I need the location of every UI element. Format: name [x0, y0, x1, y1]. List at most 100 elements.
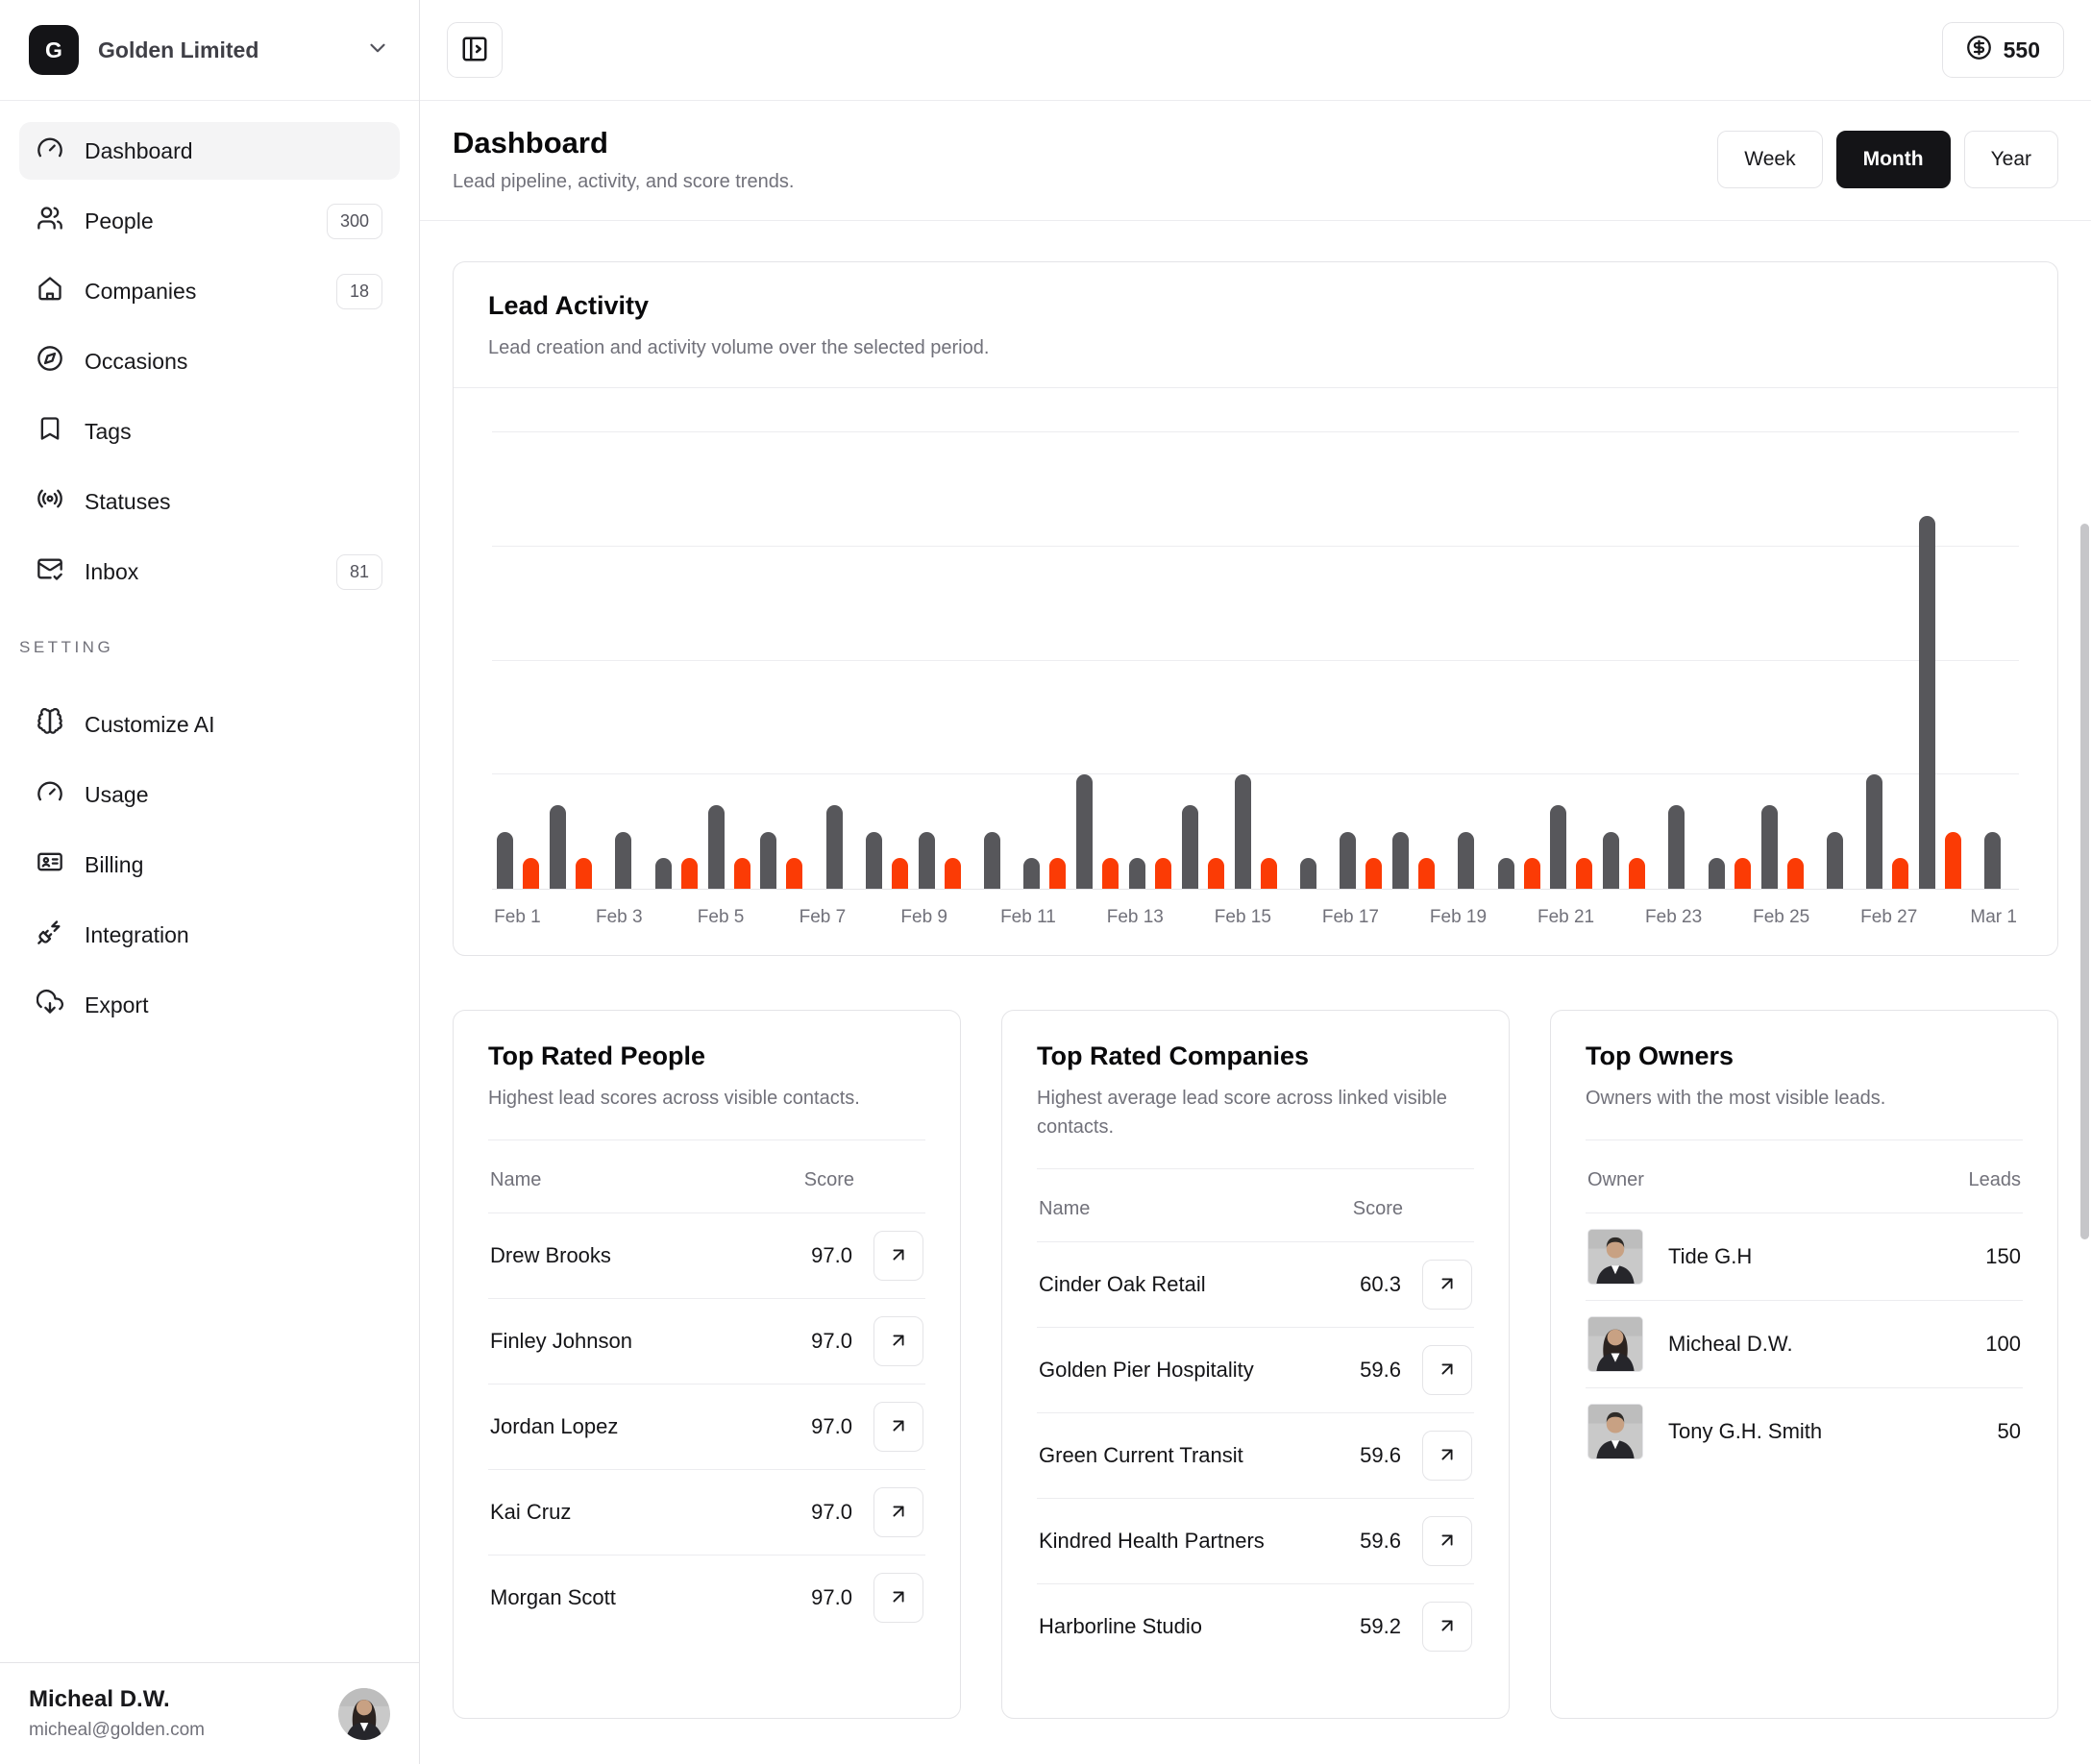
- x-tick-label: Feb 11: [1000, 907, 1056, 928]
- current-user-row[interactable]: Micheal D.W. micheal@golden.com: [0, 1662, 419, 1764]
- topbar: 550: [420, 0, 2091, 101]
- row-name: Cinder Oak Retail: [1039, 1269, 1327, 1300]
- arrow-up-right-icon: [1437, 1273, 1458, 1297]
- open-record-button[interactable]: [1422, 1431, 1472, 1481]
- row-score: 97.0: [811, 1243, 852, 1268]
- bar-activity: [1208, 858, 1224, 889]
- tab-month[interactable]: Month: [1836, 131, 1951, 188]
- sidebar-item-label: Customize AI: [85, 712, 382, 738]
- chart-day-feb-6: [755, 388, 808, 889]
- panel-open-icon: [460, 35, 489, 66]
- bar-activity: [1418, 858, 1435, 889]
- sidebar-item-export[interactable]: Export: [19, 976, 400, 1034]
- chart-day-feb-2: [545, 388, 598, 889]
- open-record-button[interactable]: [873, 1231, 923, 1281]
- column-header-name: Name: [1039, 1198, 1090, 1220]
- company-row: Harborline Studio59.2: [1037, 1583, 1474, 1669]
- open-record-button[interactable]: [873, 1316, 923, 1366]
- chart-day-feb-21: [1545, 388, 1598, 889]
- sidebar-item-people[interactable]: People300: [19, 192, 400, 250]
- chart-day-feb-5: [702, 388, 755, 889]
- chart-day-feb-3: [598, 388, 651, 889]
- sidebar-item-integration[interactable]: Integration: [19, 906, 400, 964]
- sidebar-item-billing[interactable]: Billing: [19, 836, 400, 894]
- workspace-switcher[interactable]: G Golden Limited: [0, 0, 419, 101]
- bar-leads: [1182, 805, 1198, 889]
- chart-day-feb-24: [1703, 388, 1756, 889]
- person-row: Finley Johnson97.0: [488, 1298, 925, 1384]
- x-tick-label: Feb 23: [1645, 907, 1702, 928]
- sidebar-item-dashboard[interactable]: Dashboard: [19, 122, 400, 180]
- chart-day-feb-20: [1492, 388, 1545, 889]
- chart-day-feb-10: [966, 388, 1019, 889]
- arrow-up-right-icon: [888, 1415, 909, 1439]
- cloud-download-icon: [37, 989, 63, 1021]
- row-score: 59.6: [1360, 1443, 1401, 1468]
- tab-week[interactable]: Week: [1717, 131, 1822, 188]
- page-subtitle: Lead pipeline, activity, and score trend…: [453, 171, 794, 193]
- avatar: [1587, 1229, 1643, 1285]
- person-row: Jordan Lopez97.0: [488, 1384, 925, 1469]
- open-record-button[interactable]: [1422, 1260, 1472, 1310]
- open-record-button[interactable]: [873, 1402, 923, 1452]
- sidebar-item-label: Occasions: [85, 349, 382, 375]
- chart-day-feb-22: [1598, 388, 1651, 889]
- sidebar-settings-nav: Customize AI Usage Billing Integration Expor…: [0, 674, 419, 1046]
- row-name: Kindred Health Partners: [1039, 1526, 1327, 1556]
- lead-activity-card: Lead Activity Lead creation and activity…: [453, 261, 2058, 956]
- owner-leads: 100: [1985, 1332, 2021, 1357]
- current-user-email: micheal@golden.com: [29, 1720, 338, 1741]
- chart-subtitle: Lead creation and activity volume over t…: [488, 333, 2023, 362]
- sidebar-toggle-button[interactable]: [447, 22, 503, 78]
- credits-button[interactable]: 550: [1942, 22, 2064, 78]
- chart-day-feb-16: [1282, 388, 1335, 889]
- app-root: G Golden Limited Dashboard People300 Compa…: [0, 0, 2091, 1764]
- sidebar-item-statuses[interactable]: Statuses: [19, 473, 400, 530]
- row-score: 59.6: [1360, 1358, 1401, 1383]
- bar-activity: [1787, 858, 1804, 889]
- sidebar-item-label: People: [85, 208, 306, 234]
- sidebar-item-usage[interactable]: Usage: [19, 766, 400, 823]
- company-row: Cinder Oak Retail 60.3: [1037, 1241, 1474, 1327]
- person-row: Morgan Scott97.0: [488, 1555, 925, 1640]
- sidebar-item-label: Usage: [85, 782, 382, 808]
- sidebar-item-label: Inbox: [85, 559, 315, 585]
- sidebar-item-inbox[interactable]: Inbox81: [19, 543, 400, 600]
- chart-day-feb-15: [1229, 388, 1282, 889]
- open-record-button[interactable]: [873, 1573, 923, 1623]
- chart-day-feb-4: [650, 388, 702, 889]
- x-tick-label: Feb 13: [1107, 907, 1164, 928]
- sidebar-item-customize-ai[interactable]: Customize AI: [19, 696, 400, 753]
- mail-check-icon: [37, 555, 63, 588]
- row-score: 60.3: [1360, 1272, 1401, 1297]
- count-badge: 18: [336, 274, 382, 309]
- open-record-button[interactable]: [873, 1487, 923, 1537]
- scrollbar-thumb[interactable]: [2080, 524, 2089, 1239]
- bar-activity: [523, 858, 539, 889]
- card-subtitle: Highest average lead score across linked…: [1037, 1084, 1474, 1141]
- arrow-up-right-icon: [1437, 1530, 1458, 1554]
- bar-leads: [1668, 805, 1685, 889]
- chart-day-mar-1: [1966, 388, 2019, 889]
- sidebar-item-occasions[interactable]: Occasions: [19, 332, 400, 390]
- open-record-button[interactable]: [1422, 1602, 1472, 1652]
- sidebar-item-label: Statuses: [85, 489, 382, 515]
- bar-leads: [1866, 774, 1882, 889]
- bar-leads: [1498, 858, 1514, 889]
- owner-name: Tide G.H: [1668, 1244, 1752, 1269]
- x-tick-label: Feb 15: [1215, 907, 1271, 928]
- sidebar-item-companies[interactable]: Companies18: [19, 262, 400, 320]
- open-record-button[interactable]: [1422, 1345, 1472, 1395]
- bar-leads: [1392, 832, 1409, 889]
- company-row: Kindred Health Partners59.6: [1037, 1498, 1474, 1583]
- arrow-up-right-icon: [1437, 1444, 1458, 1468]
- bar-activity: [1945, 832, 1961, 889]
- open-record-button[interactable]: [1422, 1516, 1472, 1566]
- owner-leads: 50: [1998, 1419, 2021, 1444]
- sidebar-item-tags[interactable]: Tags: [19, 403, 400, 460]
- chart-day-feb-9: [913, 388, 966, 889]
- chart-day-feb-28: [1914, 388, 1967, 889]
- arrow-up-right-icon: [888, 1586, 909, 1610]
- tab-year[interactable]: Year: [1964, 131, 2058, 188]
- sidebar-item-label: Billing: [85, 852, 382, 878]
